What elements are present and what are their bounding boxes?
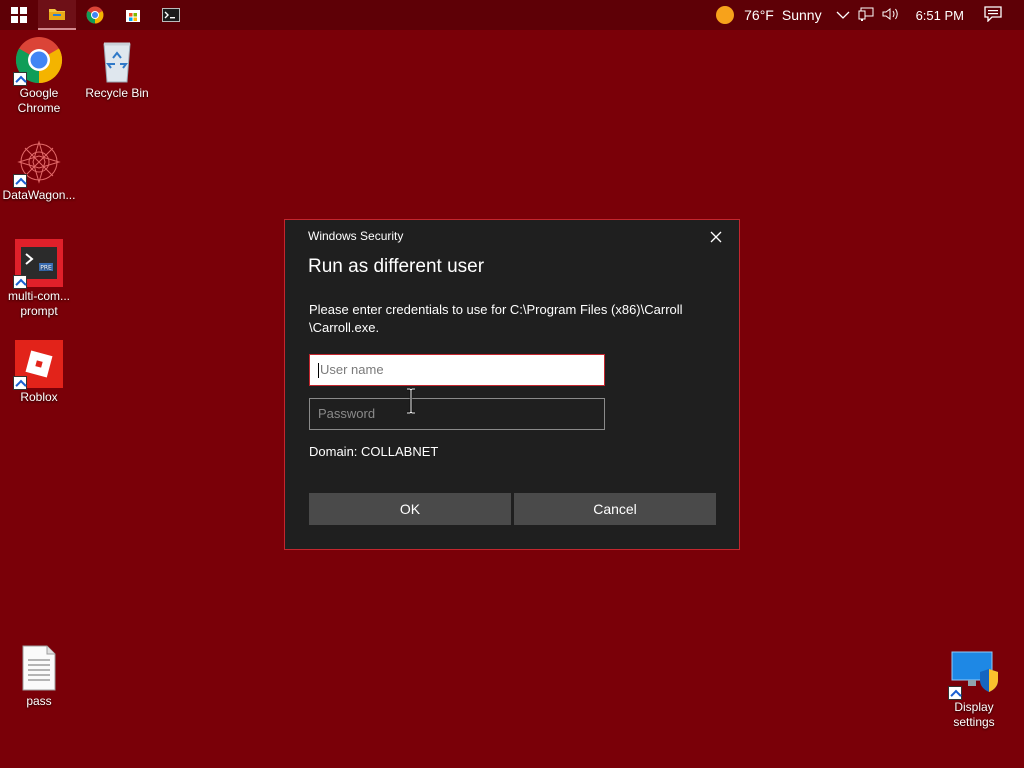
password-field[interactable]: Password xyxy=(309,398,605,430)
taskbar-file-explorer-button[interactable] xyxy=(38,0,76,30)
chevron-up-icon[interactable] xyxy=(836,7,850,23)
display-settings-icon xyxy=(948,650,998,700)
desktop-icon-label: DataWagon... xyxy=(2,188,76,202)
dialog-caption: Windows Security xyxy=(308,229,404,243)
shortcut-arrow-icon xyxy=(13,72,27,86)
command-prompt-icon: PRE xyxy=(13,239,63,289)
desktop-icon-label: Google xyxy=(19,86,59,100)
system-tray: 76°F Sunny 6:51 PM xyxy=(716,0,1024,30)
text-file-icon xyxy=(15,644,63,692)
dialog-message-line: Please enter credentials to use for C:\P… xyxy=(309,302,683,317)
desktop-icon-label: Recycle Bin xyxy=(85,86,149,100)
desktop-icon-label: settings xyxy=(953,715,995,729)
text-cursor-icon xyxy=(407,388,415,414)
desktop-icon-google-chrome[interactable]: Google Chrome xyxy=(0,36,78,116)
desktop-icon-label: prompt xyxy=(20,304,58,318)
shortcut-arrow-icon xyxy=(13,275,27,289)
dialog-message-line: \Carroll.exe. xyxy=(309,320,380,335)
desktop-icon-display-settings[interactable]: Display settings xyxy=(935,650,1013,730)
password-placeholder: Password xyxy=(318,406,376,421)
desktop-icon-label: pass xyxy=(26,694,52,708)
domain-label: Domain: COLLABNET xyxy=(309,444,439,459)
chrome-icon xyxy=(13,36,63,86)
shortcut-arrow-icon xyxy=(13,174,27,188)
desktop-icon-roblox[interactable]: Roblox xyxy=(0,340,78,405)
weather-condition[interactable]: Sunny xyxy=(782,7,822,23)
desktop-icon-label: Display xyxy=(954,700,994,714)
weather-temperature[interactable]: 76°F xyxy=(744,7,774,23)
taskbar-chrome-button[interactable] xyxy=(76,0,114,30)
notification-icon[interactable] xyxy=(984,5,1002,25)
folder-icon xyxy=(49,9,65,20)
shortcut-arrow-icon xyxy=(13,376,27,390)
windows-security-dialog: Windows Security Run as different user P… xyxy=(284,219,740,550)
volume-icon[interactable] xyxy=(882,7,900,24)
desktop-icon-label: Chrome xyxy=(17,101,61,115)
close-icon xyxy=(710,231,722,243)
start-button[interactable] xyxy=(0,0,38,30)
desktop-icon-recycle-bin[interactable]: Recycle Bin xyxy=(78,36,156,101)
weather-sun-icon[interactable] xyxy=(716,6,735,24)
chrome-icon xyxy=(86,6,104,24)
username-placeholder: User name xyxy=(320,362,384,377)
svg-text:PRE: PRE xyxy=(40,265,52,272)
taskbar-clock[interactable]: 6:51 PM xyxy=(916,8,964,23)
windows-logo-icon xyxy=(11,7,27,23)
desktop-icon-label: Roblox xyxy=(20,390,58,404)
roblox-icon xyxy=(13,340,63,390)
shortcut-arrow-icon xyxy=(948,686,962,700)
terminal-icon xyxy=(162,8,180,22)
recycle-bin-icon xyxy=(93,36,141,84)
taskbar: 76°F Sunny 6:51 PM xyxy=(0,0,1024,30)
datawagon-icon xyxy=(13,138,63,188)
desktop-icon-datawagon[interactable]: DataWagon... xyxy=(0,138,78,203)
store-icon xyxy=(126,10,140,22)
close-button[interactable] xyxy=(705,226,727,248)
username-field[interactable]: User name xyxy=(309,354,605,386)
dialog-title: Run as different user xyxy=(308,256,485,277)
text-caret xyxy=(318,363,319,379)
network-icon[interactable] xyxy=(858,7,874,24)
desktop-icon-multi-command-prompt[interactable]: PRE multi-com... prompt xyxy=(0,239,78,319)
taskbar-store-button[interactable] xyxy=(114,0,152,30)
taskbar-terminal-button[interactable] xyxy=(152,0,190,30)
desktop-icon-pass[interactable]: pass xyxy=(0,644,78,709)
cancel-button[interactable]: Cancel xyxy=(514,493,716,525)
desktop-icon-label: multi-com... xyxy=(7,289,70,303)
ok-button[interactable]: OK xyxy=(309,493,511,525)
dialog-message: Please enter credentials to use for C:\P… xyxy=(309,301,719,337)
